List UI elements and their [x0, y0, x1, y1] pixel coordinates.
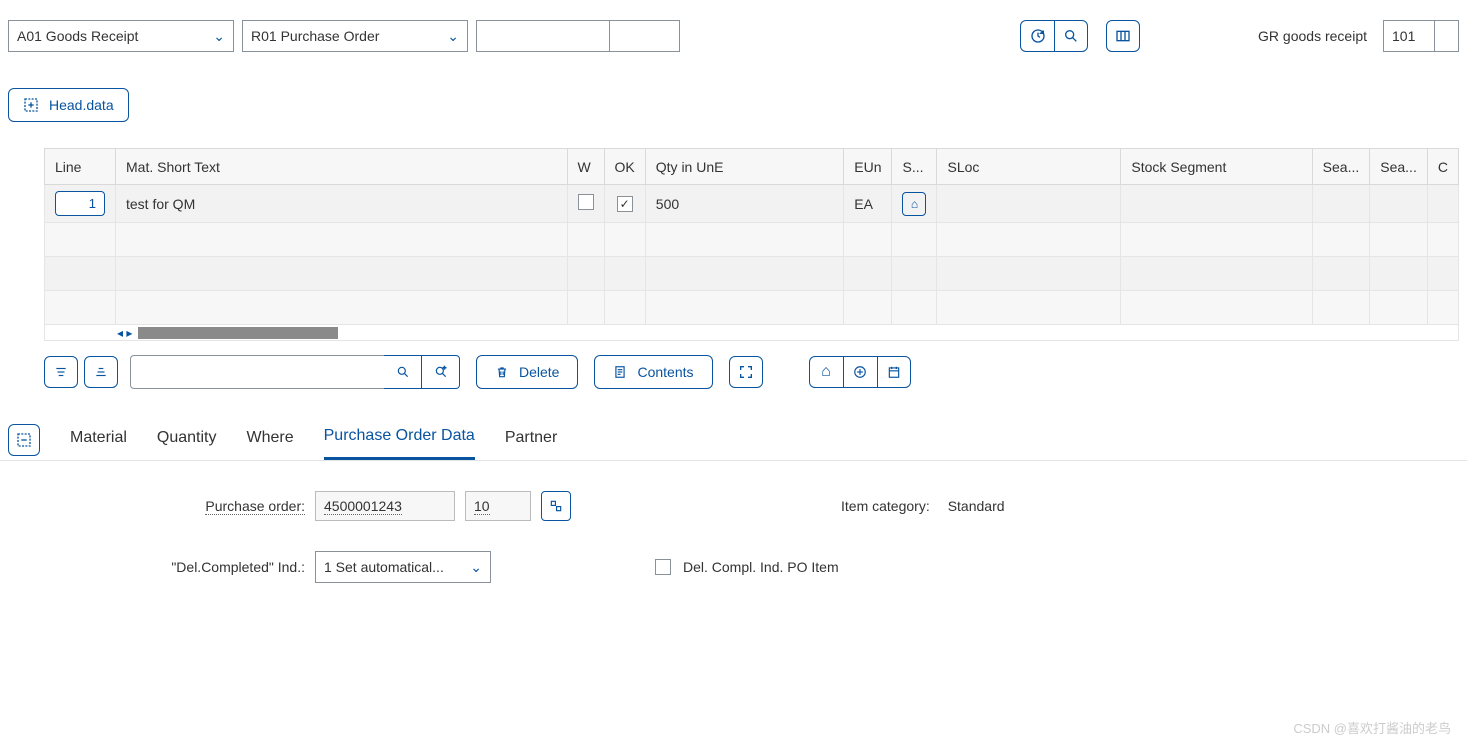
gr-label: GR goods receipt	[1258, 28, 1367, 44]
item-category-label: Item category:	[841, 498, 930, 514]
transaction-dropdown-label: A01 Goods Receipt	[17, 28, 138, 44]
delete-button[interactable]: Delete	[476, 355, 578, 389]
mat-short-text-cell[interactable]: test for QM	[116, 185, 568, 223]
table-row[interactable]	[45, 291, 1459, 325]
purchase-order-label: Purchase order:	[60, 498, 305, 514]
movement-type-helper[interactable]	[1435, 20, 1459, 52]
home-icon[interactable]: ⌂	[902, 192, 926, 216]
table-row[interactable]	[45, 257, 1459, 291]
search-button[interactable]	[1054, 20, 1088, 52]
col-sea2[interactable]: Sea...	[1370, 149, 1428, 185]
delete-label: Delete	[519, 364, 559, 380]
col-w[interactable]: W	[567, 149, 604, 185]
tab-quantity[interactable]: Quantity	[157, 421, 217, 459]
c-cell[interactable]	[1427, 185, 1458, 223]
filter-input[interactable]	[130, 355, 384, 389]
home-button[interactable]: ⌂	[809, 356, 843, 388]
calendar-button[interactable]	[877, 356, 911, 388]
col-c[interactable]: C	[1427, 149, 1458, 185]
reference-dropdown-label: R01 Purchase Order	[251, 28, 379, 44]
select-all-button[interactable]	[44, 356, 78, 388]
col-sea1[interactable]: Sea...	[1312, 149, 1370, 185]
col-line[interactable]: Line	[45, 149, 116, 185]
tab-purchase-order-data[interactable]: Purchase Order Data	[324, 419, 475, 460]
find-next-button[interactable]: +	[422, 355, 460, 389]
chevron-down-icon: ⌄	[470, 559, 482, 576]
scroll-thumb[interactable]	[138, 327, 338, 339]
sea2-cell[interactable]	[1370, 185, 1428, 223]
find-button[interactable]	[384, 355, 422, 389]
horizontal-scrollbar[interactable]: ◂ ▸	[44, 325, 1459, 341]
table-row[interactable]: test for QM 500 EA ⌂	[45, 185, 1459, 223]
scroll-arrows[interactable]: ◂ ▸	[111, 326, 138, 340]
add-button[interactable]	[843, 356, 877, 388]
document-number-input[interactable]	[476, 20, 610, 52]
watermark: CSDN @喜欢打酱油的老鸟	[1293, 718, 1451, 737]
eun-cell[interactable]: EA	[844, 185, 892, 223]
transaction-dropdown[interactable]: A01 Goods Receipt ⌄	[8, 20, 234, 52]
head-data-label: Head.data	[49, 97, 114, 113]
del-completed-label: "Del.Completed" Ind.:	[60, 559, 305, 575]
col-stock-segment[interactable]: Stock Segment	[1121, 149, 1312, 185]
table-row[interactable]	[45, 223, 1459, 257]
del-compl-po-item-checkbox[interactable]	[655, 559, 671, 575]
col-qty[interactable]: Qty in UnE	[645, 149, 843, 185]
expand-button[interactable]	[729, 356, 763, 388]
tab-partner[interactable]: Partner	[505, 421, 557, 459]
sloc-cell[interactable]	[937, 185, 1121, 223]
col-mat-text[interactable]: Mat. Short Text	[116, 149, 568, 185]
purchase-order-item-field[interactable]: 10	[465, 491, 531, 521]
del-completed-value: 1 Set automatical...	[324, 559, 444, 575]
purchase-order-value-help[interactable]	[541, 491, 571, 521]
deselect-all-button[interactable]	[84, 356, 118, 388]
document-icon	[613, 365, 627, 379]
col-sloc[interactable]: SLoc	[937, 149, 1121, 185]
w-checkbox[interactable]	[578, 194, 594, 210]
contents-label: Contents	[637, 364, 693, 380]
trash-icon	[495, 365, 509, 379]
chevron-down-icon: ⌄	[213, 28, 225, 45]
document-year-input[interactable]	[610, 20, 680, 52]
sea1-cell[interactable]	[1312, 185, 1370, 223]
items-table: Line Mat. Short Text W OK Qty in UnE EUn…	[44, 148, 1459, 325]
svg-text:+: +	[442, 366, 446, 372]
stock-segment-cell[interactable]	[1121, 185, 1312, 223]
tab-where[interactable]: Where	[247, 421, 294, 459]
expand-icon	[23, 97, 39, 113]
tab-collapse-button[interactable]	[8, 424, 40, 456]
layout-button[interactable]	[1106, 20, 1140, 52]
history-button[interactable]	[1020, 20, 1054, 52]
tab-material[interactable]: Material	[70, 421, 127, 459]
del-completed-dropdown[interactable]: 1 Set automatical... ⌄	[315, 551, 491, 583]
col-s[interactable]: S...	[892, 149, 937, 185]
ok-checkbox[interactable]	[617, 196, 633, 212]
line-number-input[interactable]	[55, 191, 105, 216]
item-category-value: Standard	[948, 498, 1005, 514]
movement-type-input[interactable]: 101	[1383, 20, 1435, 52]
col-ok[interactable]: OK	[604, 149, 645, 185]
contents-button[interactable]: Contents	[594, 355, 712, 389]
chevron-down-icon: ⌄	[447, 28, 459, 45]
purchase-order-number-field[interactable]: 4500001243	[315, 491, 455, 521]
del-compl-po-item-label: Del. Compl. Ind. PO Item	[683, 559, 839, 575]
reference-dropdown[interactable]: R01 Purchase Order ⌄	[242, 20, 468, 52]
head-data-button[interactable]: Head.data	[8, 88, 129, 122]
col-eun[interactable]: EUn	[844, 149, 892, 185]
qty-cell[interactable]: 500	[645, 185, 843, 223]
table-header-row: Line Mat. Short Text W OK Qty in UnE EUn…	[45, 149, 1459, 185]
